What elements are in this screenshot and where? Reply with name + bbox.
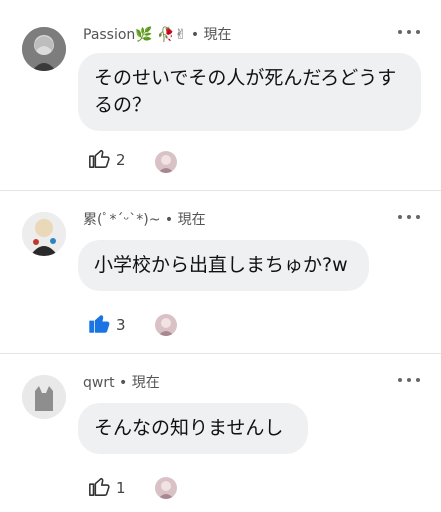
comment-bubble: そんなの知りませんし (78, 403, 308, 454)
more-dots-icon (398, 215, 402, 219)
comment-menu-button[interactable] (398, 212, 420, 222)
thumbs-up-icon (88, 475, 110, 501)
comment-divider (0, 353, 441, 354)
cat-silhouette-icon[interactable] (22, 375, 66, 419)
author-name: qwrt (83, 375, 115, 391)
more-dots-icon (398, 378, 402, 382)
avatar-anime-character[interactable] (22, 27, 66, 71)
like-button[interactable]: 3 (88, 312, 126, 338)
comment-author[interactable]: Passion🌿 🥀✌︎ • 現在 (83, 24, 232, 44)
thumbs-up-icon (88, 147, 110, 173)
comment-text: 小学校から出直しまちゅか?w (94, 254, 348, 276)
separator-dot: • (190, 27, 204, 43)
like-count: 2 (116, 151, 126, 169)
comment-author[interactable]: 累(ﾟ*´ᵕ`*)~ • 現在 (83, 209, 206, 229)
author-name: Passion🌿 🥀✌︎ (83, 27, 187, 43)
separator-dot: • (164, 212, 178, 228)
comment-divider (0, 190, 441, 191)
comment-author[interactable]: qwrt • 現在 (83, 372, 160, 392)
comment-bubble: 小学校から出直しまちゅか?w (78, 240, 369, 291)
like-button[interactable]: 2 (88, 147, 126, 173)
author-name: 累(ﾟ*´ᵕ`*)~ (83, 212, 161, 228)
more-dots-icon (398, 30, 402, 34)
reactor-avatar[interactable] (155, 477, 177, 499)
comment-text: そのせいでその人が死んだろどうするの？ (94, 67, 397, 116)
thumbs-up-icon (88, 312, 110, 338)
separator-dot: • (119, 375, 132, 391)
avatar-anime-character[interactable] (22, 212, 66, 256)
reactor-avatar[interactable] (155, 151, 177, 173)
comment-bubble: そのせいでその人が死んだろどうするの？ (78, 53, 421, 131)
reactor-avatar[interactable] (155, 314, 177, 336)
comment-time: 現在 (177, 212, 206, 228)
comment-menu-button[interactable] (398, 27, 420, 37)
comment-menu-button[interactable] (398, 375, 420, 385)
comment-time: 現在 (203, 27, 232, 43)
comment-time: 現在 (131, 375, 160, 391)
like-count: 3 (116, 316, 126, 334)
comment-text: そんなの知りませんし (94, 417, 284, 439)
like-button[interactable]: 1 (88, 475, 126, 501)
like-count: 1 (116, 479, 126, 497)
